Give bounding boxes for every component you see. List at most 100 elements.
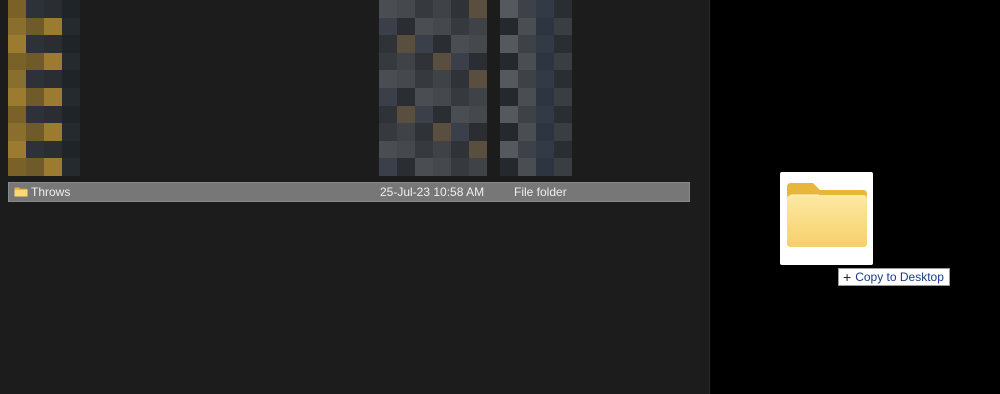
blurred-pixel bbox=[433, 52, 451, 71]
blurred-pixel bbox=[26, 158, 44, 176]
blurred-pixel bbox=[8, 105, 26, 124]
blurred-pixel bbox=[26, 35, 44, 53]
blurred-pixel bbox=[518, 35, 536, 53]
blurred-pixel bbox=[62, 87, 80, 106]
blurred-pixel bbox=[379, 70, 397, 88]
blurred-pixel bbox=[500, 70, 518, 88]
folder-icon bbox=[787, 183, 867, 247]
blurred-pixel bbox=[518, 0, 536, 18]
plus-icon: + bbox=[843, 269, 852, 285]
blurred-pixel bbox=[379, 35, 397, 53]
blurred-pixel bbox=[62, 105, 80, 124]
blurred-pixel bbox=[518, 17, 536, 36]
blurred-pixel bbox=[469, 87, 487, 106]
blurred-pixel bbox=[518, 52, 536, 71]
blurred-pixel bbox=[44, 35, 62, 53]
blurred-pixel bbox=[469, 0, 487, 18]
blurred-pixel bbox=[379, 17, 397, 36]
blurred-pixel bbox=[469, 105, 487, 124]
blurred-pixel bbox=[433, 87, 451, 106]
blurred-pixel bbox=[397, 35, 415, 53]
blurred-pixel bbox=[536, 35, 554, 53]
blurred-pixel bbox=[536, 158, 554, 176]
blurred-pixel bbox=[536, 105, 554, 124]
blurred-pixel bbox=[62, 17, 80, 36]
blurred-pixel bbox=[415, 35, 433, 53]
blurred-pixel bbox=[26, 52, 44, 71]
blurred-pixel bbox=[8, 17, 26, 36]
blurred-pixel bbox=[451, 105, 469, 124]
blurred-pixel bbox=[554, 0, 572, 18]
blurred-pixel bbox=[62, 52, 80, 71]
blurred-pixel bbox=[536, 17, 554, 36]
blurred-pixel bbox=[518, 70, 536, 88]
blurred-pixel bbox=[518, 123, 536, 141]
blurred-pixel bbox=[451, 123, 469, 141]
blurred-pixel bbox=[500, 158, 518, 176]
blurred-pixel bbox=[518, 105, 536, 124]
blurred-pixel bbox=[536, 52, 554, 71]
blurred-pixel bbox=[8, 158, 26, 176]
blurred-pixel bbox=[8, 123, 26, 141]
blurred-pixel bbox=[379, 158, 397, 176]
blurred-pixel bbox=[500, 35, 518, 53]
blurred-pixel bbox=[469, 52, 487, 71]
blurred-pixel bbox=[500, 52, 518, 71]
blurred-pixel bbox=[554, 35, 572, 53]
blurred-pixel bbox=[415, 0, 433, 18]
blurred-pixel bbox=[536, 87, 554, 106]
blurred-pixel bbox=[500, 105, 518, 124]
blurred-pixel bbox=[451, 158, 469, 176]
blurred-pixel bbox=[44, 105, 62, 124]
file-name: Throws bbox=[31, 185, 71, 199]
blurred-pixel bbox=[44, 70, 62, 88]
blurred-pixel bbox=[397, 140, 415, 159]
blurred-pixel bbox=[415, 140, 433, 159]
blurred-pixel bbox=[500, 87, 518, 106]
blurred-pixel bbox=[62, 123, 80, 141]
blurred-pixel bbox=[469, 123, 487, 141]
blurred-pixel bbox=[379, 87, 397, 106]
blurred-pixel bbox=[433, 35, 451, 53]
blurred-pixel bbox=[44, 123, 62, 141]
blurred-pixel bbox=[397, 17, 415, 36]
blurred-pixel bbox=[433, 105, 451, 124]
blurred-pixel bbox=[62, 140, 80, 159]
blurred-pixel bbox=[379, 140, 397, 159]
blurred-pixel bbox=[451, 70, 469, 88]
blurred-pixel bbox=[554, 17, 572, 36]
blurred-pixel bbox=[379, 52, 397, 71]
blurred-pixel bbox=[451, 52, 469, 71]
blurred-pixel bbox=[554, 140, 572, 159]
blurred-pixel bbox=[44, 87, 62, 106]
blurred-pixel bbox=[451, 35, 469, 53]
blurred-pixel bbox=[44, 0, 62, 18]
drag-preview bbox=[780, 172, 873, 265]
blurred-pixel bbox=[397, 52, 415, 71]
blurred-pixel bbox=[415, 87, 433, 106]
blurred-thumbnail bbox=[500, 0, 572, 176]
blurred-pixel bbox=[554, 87, 572, 106]
blurred-pixel bbox=[518, 87, 536, 106]
blurred-pixel bbox=[536, 0, 554, 18]
blurred-pixel bbox=[518, 140, 536, 159]
blurred-pixel bbox=[554, 70, 572, 88]
blurred-pixel bbox=[415, 17, 433, 36]
blurred-pixel bbox=[26, 140, 44, 159]
blurred-pixel bbox=[536, 123, 554, 141]
blurred-pixel bbox=[451, 17, 469, 36]
folder-icon bbox=[14, 187, 28, 197]
blurred-pixel bbox=[433, 123, 451, 141]
blurred-pixel bbox=[26, 17, 44, 36]
screen: Throws 25-Jul-23 10:58 AM File folder + … bbox=[0, 0, 1000, 394]
blurred-pixel bbox=[44, 52, 62, 71]
blurred-pixel bbox=[433, 140, 451, 159]
drag-tooltip-label: Copy to Desktop bbox=[855, 270, 944, 284]
blurred-pixel bbox=[433, 158, 451, 176]
blurred-pixel bbox=[451, 87, 469, 106]
blurred-pixel bbox=[44, 17, 62, 36]
blurred-pixel bbox=[379, 0, 397, 18]
file-row-throws[interactable]: Throws 25-Jul-23 10:58 AM File folder bbox=[8, 182, 690, 202]
blurred-pixel bbox=[469, 140, 487, 159]
blurred-pixel bbox=[8, 140, 26, 159]
